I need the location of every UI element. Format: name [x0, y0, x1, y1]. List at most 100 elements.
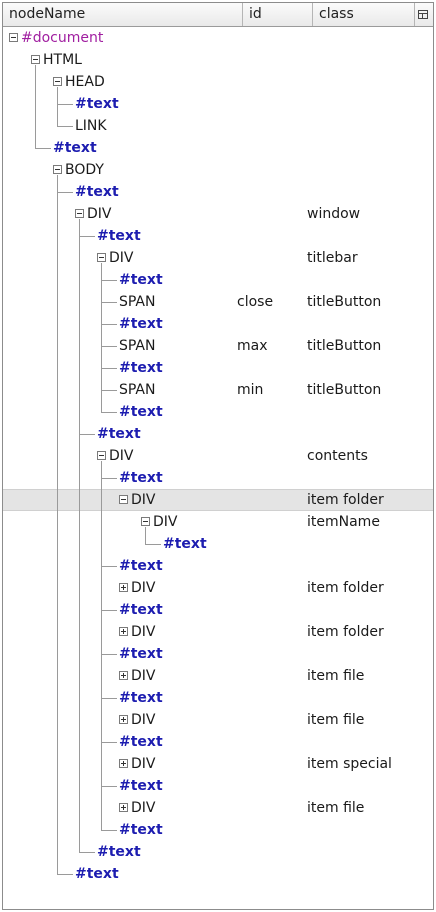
tree-row[interactable]: #text [3, 423, 433, 445]
tree-row[interactable]: #document [3, 27, 433, 49]
tree-row[interactable]: #text [3, 467, 433, 489]
collapse-icon[interactable] [97, 253, 106, 262]
expand-icon[interactable] [119, 583, 128, 592]
dom-inspector-panel: nodeName id class #document HTML HEAD #text… [2, 2, 434, 910]
node-name: DIV [131, 492, 156, 508]
tree-connector [101, 610, 117, 611]
node-class: item folder [307, 580, 384, 596]
tree-row[interactable]: HEAD [3, 71, 433, 93]
tree-row[interactable]: #text [3, 731, 433, 753]
node-name: DIV [109, 250, 134, 266]
node-name: #text [75, 184, 119, 200]
tree-row[interactable]: DIV item file [3, 665, 433, 687]
tree-connector [79, 434, 95, 435]
expand-icon[interactable] [119, 671, 128, 680]
tree-row[interactable]: #text [3, 643, 433, 665]
tree-row[interactable]: #text [3, 775, 433, 797]
tree-row[interactable]: HTML [3, 49, 433, 71]
expand-icon[interactable] [119, 759, 128, 768]
node-name: #text [119, 734, 163, 750]
node-name: DIV [131, 756, 156, 772]
node-name: HEAD [65, 74, 105, 90]
tree-row[interactable]: BODY [3, 159, 433, 181]
collapse-icon[interactable] [141, 517, 150, 526]
tree-row[interactable]: SPAN max titleButton [3, 335, 433, 357]
tree-row[interactable]: DIV titlebar [3, 247, 433, 269]
node-name: DIV [87, 206, 112, 222]
tree-row[interactable]: #text [3, 841, 433, 863]
tree-row[interactable]: #text [3, 819, 433, 841]
collapse-icon[interactable] [31, 55, 40, 64]
node-name: DIV [131, 624, 156, 640]
collapse-icon[interactable] [9, 33, 18, 42]
tree-connector [145, 544, 161, 545]
tree-connector [57, 104, 73, 105]
tree-row[interactable]: #text [3, 533, 433, 555]
tree-row[interactable]: SPAN min titleButton [3, 379, 433, 401]
tree-row[interactable]: DIV itemName [3, 511, 433, 533]
tree-connector [79, 236, 95, 237]
tree-row[interactable]: DIV item file [3, 797, 433, 819]
node-name: #text [119, 646, 163, 662]
tree-connector [101, 478, 117, 479]
column-header-class[interactable]: class [313, 3, 415, 26]
column-picker-icon[interactable] [413, 3, 433, 26]
node-class: item folder [307, 492, 384, 508]
node-name: #text [119, 316, 163, 332]
tree-row[interactable]: #text [3, 313, 433, 335]
tree-guide-line [35, 65, 36, 148]
column-header: nodeName id class [3, 3, 433, 27]
expand-icon[interactable] [119, 715, 128, 724]
collapse-icon[interactable] [75, 209, 84, 218]
expand-icon[interactable] [119, 627, 128, 636]
collapse-icon[interactable] [119, 495, 128, 504]
node-name: #text [53, 140, 97, 156]
tree-row[interactable]: #text [3, 357, 433, 379]
tree-row[interactable]: DIV item folder [3, 489, 433, 511]
column-header-nodename[interactable]: nodeName [3, 3, 243, 26]
node-name: #text [119, 822, 163, 838]
node-name: #text [119, 602, 163, 618]
tree-row[interactable]: #text [3, 269, 433, 291]
tree-connector [101, 830, 117, 831]
tree-connector [79, 852, 95, 853]
node-name: #text [119, 778, 163, 794]
tree-connector [101, 742, 117, 743]
dom-tree: #document HTML HEAD #text LINK #text BODY #text… [3, 27, 433, 909]
tree-row[interactable]: #text [3, 401, 433, 423]
node-id: max [237, 338, 268, 354]
collapse-icon[interactable] [97, 451, 106, 460]
node-class: contents [307, 448, 368, 464]
tree-row[interactable]: #text [3, 555, 433, 577]
tree-row[interactable]: #text [3, 225, 433, 247]
tree-row[interactable]: DIV item file [3, 709, 433, 731]
node-name: DIV [131, 712, 156, 728]
node-name: SPAN [119, 338, 156, 354]
tree-connector [57, 192, 73, 193]
tree-row[interactable]: #text [3, 599, 433, 621]
node-name: SPAN [119, 294, 156, 310]
node-name: #text [75, 96, 119, 112]
tree-connector [35, 148, 51, 149]
tree-row[interactable]: #text [3, 687, 433, 709]
tree-row[interactable]: #text [3, 137, 433, 159]
node-name: #text [119, 272, 163, 288]
node-class: titleButton [307, 338, 382, 354]
node-name: #text [119, 470, 163, 486]
tree-row[interactable]: DIV item special [3, 753, 433, 775]
expand-icon[interactable] [119, 803, 128, 812]
tree-row[interactable]: SPAN close titleButton [3, 291, 433, 313]
collapse-icon[interactable] [53, 165, 62, 174]
node-name: #text [119, 558, 163, 574]
collapse-icon[interactable] [53, 77, 62, 86]
tree-row[interactable]: DIV item folder [3, 577, 433, 599]
column-header-id[interactable]: id [243, 3, 313, 26]
tree-row[interactable]: DIV contents [3, 445, 433, 467]
tree-row[interactable]: DIV item folder [3, 621, 433, 643]
tree-connector [101, 698, 117, 699]
node-name: #document [21, 30, 104, 46]
tree-connector [101, 412, 117, 413]
node-class: titleButton [307, 382, 382, 398]
tree-row[interactable]: DIV window [3, 203, 433, 225]
tree-guide-line [57, 175, 58, 874]
